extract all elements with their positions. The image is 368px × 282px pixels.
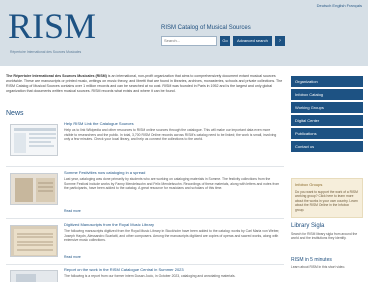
search-go-button[interactable]: Go — [220, 35, 230, 46]
news-item: Help RISM Link the Catalogue Sources Hel… — [6, 121, 284, 165]
intro-lead[interactable]: The Répertoire International des Sources… — [6, 74, 107, 78]
intro-paragraph: The Répertoire International des Sources… — [6, 74, 284, 94]
news-divider — [6, 166, 284, 167]
news-title[interactable]: Digitized Manuscripts from the Royal Mus… — [64, 222, 154, 227]
sidebar-item-contact[interactable]: Contact us — [291, 141, 363, 152]
sidebar-item-publications[interactable]: Publications — [291, 128, 363, 139]
sidebar-item-infobox-catalog[interactable]: Infobox Catalog — [291, 89, 363, 100]
news-thumbnail[interactable] — [10, 225, 58, 257]
news-item: Digitized Manuscripts from the Royal Mus… — [6, 222, 284, 264]
news-divider — [6, 264, 284, 265]
news-body: Help us to link Wikipedia and other reso… — [64, 128, 277, 142]
infobox-title: Infobox Groups — [295, 182, 323, 187]
news-item: Somme Festivities now cataloging in a sp… — [6, 170, 284, 216]
news-thumbnail[interactable] — [10, 173, 58, 205]
advanced-search-button[interactable]: Advanced search — [233, 35, 272, 46]
language-links[interactable]: Deutsch English Français — [317, 3, 362, 8]
sidebar-item-organization[interactable]: Organization — [291, 76, 363, 87]
news-body: The following manuscripts digitized from… — [64, 229, 280, 243]
news-heading: News — [6, 110, 24, 117]
news-item: Report on the work in the RISM Catalogue… — [6, 267, 284, 282]
site-header: Deutsch English Français RISM Répertoire… — [0, 0, 368, 66]
logo-subtitle: Répertoire International des Sources Mus… — [10, 50, 82, 54]
rism-video-title[interactable]: RISM in 5 minutes — [291, 257, 332, 263]
read-more-link[interactable]: Read more — [64, 209, 81, 213]
news-thumbnail[interactable] — [10, 270, 58, 282]
news-title[interactable]: Somme Festivities now cataloging in a sp… — [64, 170, 145, 175]
library-sigla-text: Search for RISM library sigla from aroun… — [291, 232, 358, 241]
sidebar-nav: Organization Infobox Catalog Working Gro… — [291, 76, 363, 154]
news-body: Last year, cataloging was done primarily… — [64, 177, 280, 191]
read-more-link[interactable]: Read more — [64, 255, 81, 259]
logo-wordmark: RISM — [8, 6, 97, 46]
sidebar-item-digital-center[interactable]: Digital Center — [291, 115, 363, 126]
rism-logo[interactable]: RISM Répertoire International des Source… — [8, 6, 96, 54]
search-help-button[interactable]: ? — [274, 35, 285, 46]
library-sigla-title[interactable]: Library Sigla — [291, 223, 324, 229]
search-input[interactable] — [161, 35, 217, 46]
rism-video-text: Learn about RISM in this short video. — [291, 265, 346, 269]
sidebar-item-working-groups[interactable]: Working Groups — [291, 102, 363, 113]
news-thumbnail[interactable] — [10, 124, 58, 156]
infobox-text[interactable]: Do you want to support the work of a RIS… — [295, 190, 359, 212]
infobox-panel: Infobox Groups Do you want to support th… — [291, 178, 363, 218]
news-body: The following is a report from our forme… — [64, 274, 236, 278]
news-title[interactable]: Help RISM Link the Catalogue Sources — [64, 121, 134, 126]
search-bar: Go Advanced search ? — [161, 35, 285, 46]
news-divider — [6, 218, 284, 219]
news-title[interactable]: Report on the work in the RISM Catalogue… — [64, 267, 184, 272]
catalog-title[interactable]: RISM Catalog of Musical Sources — [161, 25, 251, 31]
